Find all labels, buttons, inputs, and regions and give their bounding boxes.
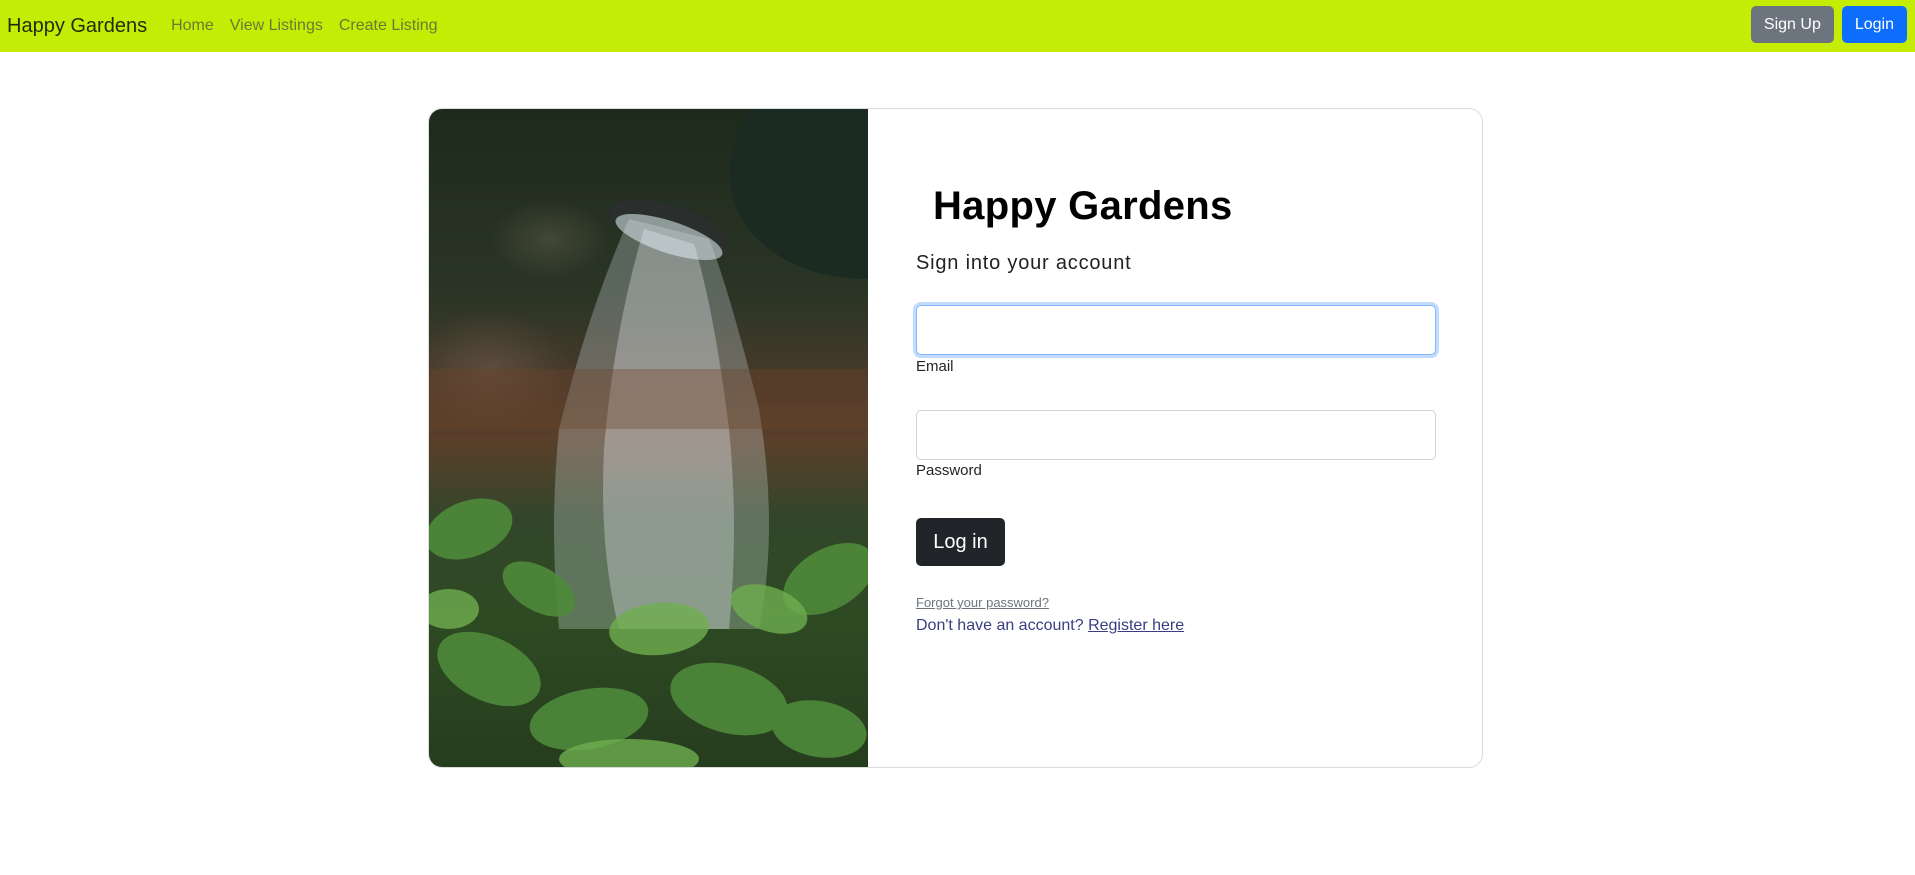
register-prompt: Don't have an account? Register here xyxy=(916,617,1184,635)
nav-link-create-listing[interactable]: Create Listing xyxy=(339,17,438,35)
password-label: Password xyxy=(916,462,982,479)
email-label: Email xyxy=(916,358,954,375)
form-subtitle: Sign into your account xyxy=(916,252,1132,274)
form-title: Happy Gardens xyxy=(933,184,1233,228)
navbar-brand[interactable]: Happy Gardens xyxy=(7,15,147,38)
register-prompt-text: Don't have an account? xyxy=(916,617,1084,634)
login-button[interactable]: Login xyxy=(1841,6,1907,43)
log-in-button[interactable]: Log in xyxy=(916,518,1005,566)
garden-watering-image xyxy=(429,109,868,767)
top-navbar: Happy Gardens Home View Listings Create … xyxy=(0,0,1915,52)
nav-link-view-listings[interactable]: View Listings xyxy=(230,17,323,35)
forgot-password-link[interactable]: Forgot your password? xyxy=(916,595,1049,610)
navbar-auth-buttons: Sign Up Login xyxy=(1750,6,1907,43)
email-field[interactable] xyxy=(916,305,1436,355)
nav-link-home[interactable]: Home xyxy=(171,17,214,35)
sign-up-button[interactable]: Sign Up xyxy=(1750,6,1834,43)
login-card: Happy Gardens Sign into your account Ema… xyxy=(428,108,1483,768)
register-link[interactable]: Register here xyxy=(1088,617,1184,634)
login-form: Happy Gardens Sign into your account Ema… xyxy=(916,109,1436,767)
password-field[interactable] xyxy=(916,410,1436,460)
